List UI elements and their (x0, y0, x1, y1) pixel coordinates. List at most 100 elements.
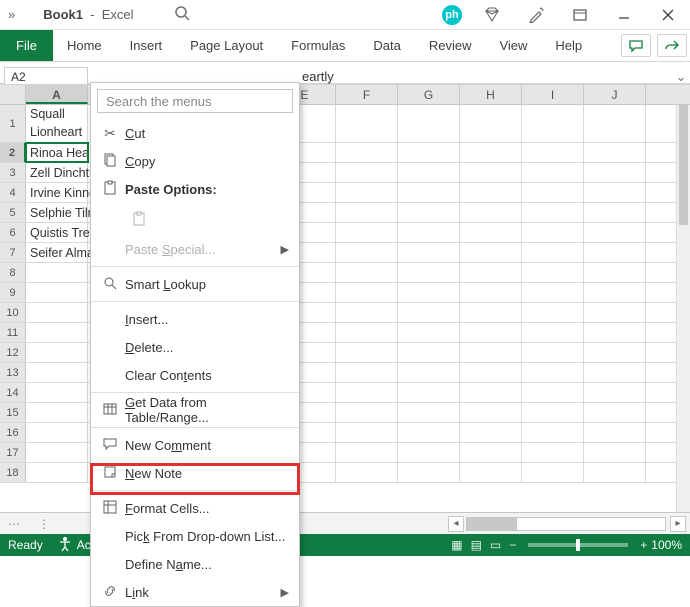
row-header[interactable]: 3 (0, 163, 26, 182)
cell[interactable] (398, 363, 460, 382)
menu-clear-contents[interactable]: Clear Contents (91, 361, 299, 389)
cell[interactable] (398, 183, 460, 202)
pen-icon[interactable] (514, 0, 558, 30)
accessibility-icon[interactable] (57, 536, 73, 555)
cell[interactable] (522, 223, 584, 242)
cell[interactable] (460, 163, 522, 182)
cell[interactable]: Zell Dincht (26, 163, 88, 182)
cell[interactable] (26, 363, 88, 382)
cell[interactable] (522, 303, 584, 322)
row-header[interactable]: 1 (0, 105, 26, 142)
col-header-j[interactable]: J (584, 85, 646, 104)
cell[interactable] (460, 283, 522, 302)
cell[interactable] (336, 303, 398, 322)
qat-more-icon[interactable]: » (0, 7, 23, 22)
menu-new-note[interactable]: New Note (91, 459, 299, 487)
cell[interactable] (460, 423, 522, 442)
cell[interactable] (26, 303, 88, 322)
cell[interactable] (460, 303, 522, 322)
cell[interactable]: Irvine Kinneas (26, 183, 88, 202)
cell[interactable] (336, 443, 398, 462)
zoom-level[interactable]: 100% (651, 538, 682, 552)
row-header[interactable]: 9 (0, 283, 26, 302)
cell[interactable] (522, 163, 584, 182)
cell[interactable] (26, 283, 88, 302)
row-header[interactable]: 11 (0, 323, 26, 342)
cell[interactable] (398, 163, 460, 182)
row-header[interactable]: 14 (0, 383, 26, 402)
row-header[interactable]: 16 (0, 423, 26, 442)
row-header[interactable]: 17 (0, 443, 26, 462)
cell[interactable] (522, 423, 584, 442)
cell[interactable] (336, 243, 398, 262)
share-button[interactable] (657, 34, 687, 57)
cell[interactable] (522, 243, 584, 262)
cell[interactable] (26, 403, 88, 422)
cell[interactable] (398, 303, 460, 322)
cell[interactable] (398, 105, 460, 142)
cell[interactable] (336, 163, 398, 182)
cell[interactable] (584, 383, 646, 402)
hscroll-right-icon[interactable]: ▸ (670, 516, 686, 532)
cell[interactable]: SquallLionheart (26, 105, 88, 143)
cell[interactable] (336, 105, 398, 142)
row-header[interactable]: 5 (0, 203, 26, 222)
cell[interactable] (584, 223, 646, 242)
cell[interactable] (460, 143, 522, 162)
cell[interactable] (336, 283, 398, 302)
cell[interactable] (398, 243, 460, 262)
cell[interactable] (584, 403, 646, 422)
tab-formulas[interactable]: Formulas (277, 30, 359, 61)
cell[interactable] (398, 443, 460, 462)
cell[interactable] (522, 143, 584, 162)
cell[interactable] (522, 383, 584, 402)
cell[interactable] (584, 423, 646, 442)
cell[interactable] (460, 343, 522, 362)
cell[interactable] (584, 463, 646, 482)
zoom-in-icon[interactable]: + (640, 538, 647, 552)
cell[interactable] (336, 403, 398, 422)
sheet-nav-icon[interactable]: ⋯ (0, 517, 28, 531)
cell[interactable] (398, 203, 460, 222)
diamond-icon[interactable] (470, 0, 514, 30)
select-all-corner[interactable] (0, 85, 26, 104)
cell[interactable] (460, 203, 522, 222)
account-badge[interactable]: ph (442, 5, 462, 25)
close-button[interactable] (646, 0, 690, 30)
cell[interactable] (584, 143, 646, 162)
cell[interactable] (336, 323, 398, 342)
menu-smart-lookup[interactable]: Smart Lookup (91, 270, 299, 298)
cell[interactable] (584, 203, 646, 222)
cell[interactable] (398, 423, 460, 442)
cell[interactable] (522, 443, 584, 462)
cell[interactable] (460, 443, 522, 462)
col-header-h[interactable]: H (460, 85, 522, 104)
row-header[interactable]: 6 (0, 223, 26, 242)
cell[interactable] (460, 105, 522, 142)
cell[interactable] (522, 105, 584, 142)
menu-cut[interactable]: ✂ Cut (91, 119, 299, 147)
cell[interactable] (584, 323, 646, 342)
row-header[interactable]: 7 (0, 243, 26, 262)
cell[interactable] (584, 443, 646, 462)
cell[interactable] (398, 463, 460, 482)
cell[interactable] (398, 323, 460, 342)
cell[interactable] (336, 143, 398, 162)
zoom-slider[interactable] (528, 543, 628, 547)
cell[interactable] (398, 403, 460, 422)
col-header-a[interactable]: A (26, 85, 88, 104)
cell[interactable]: Quistis Trepe (26, 223, 88, 242)
cell[interactable] (460, 383, 522, 402)
cell[interactable] (460, 323, 522, 342)
cell[interactable] (398, 263, 460, 282)
row-header[interactable]: 4 (0, 183, 26, 202)
cell[interactable] (584, 243, 646, 262)
cell[interactable] (336, 263, 398, 282)
cell[interactable] (336, 343, 398, 362)
vertical-scrollbar[interactable] (676, 105, 690, 512)
search-icon[interactable] (174, 5, 190, 24)
horizontal-scrollbar[interactable] (466, 517, 666, 531)
tab-home[interactable]: Home (53, 30, 116, 61)
cell[interactable] (584, 183, 646, 202)
cell[interactable] (336, 423, 398, 442)
